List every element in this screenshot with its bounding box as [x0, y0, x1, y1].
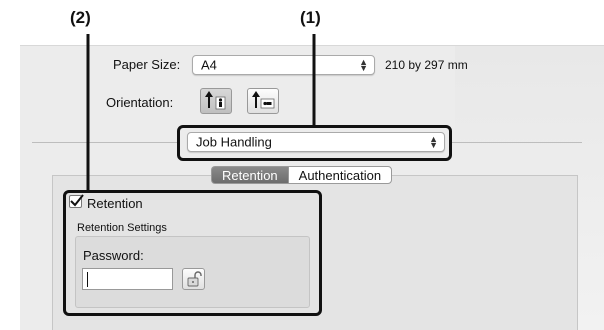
callout-lines [86, 34, 316, 190]
